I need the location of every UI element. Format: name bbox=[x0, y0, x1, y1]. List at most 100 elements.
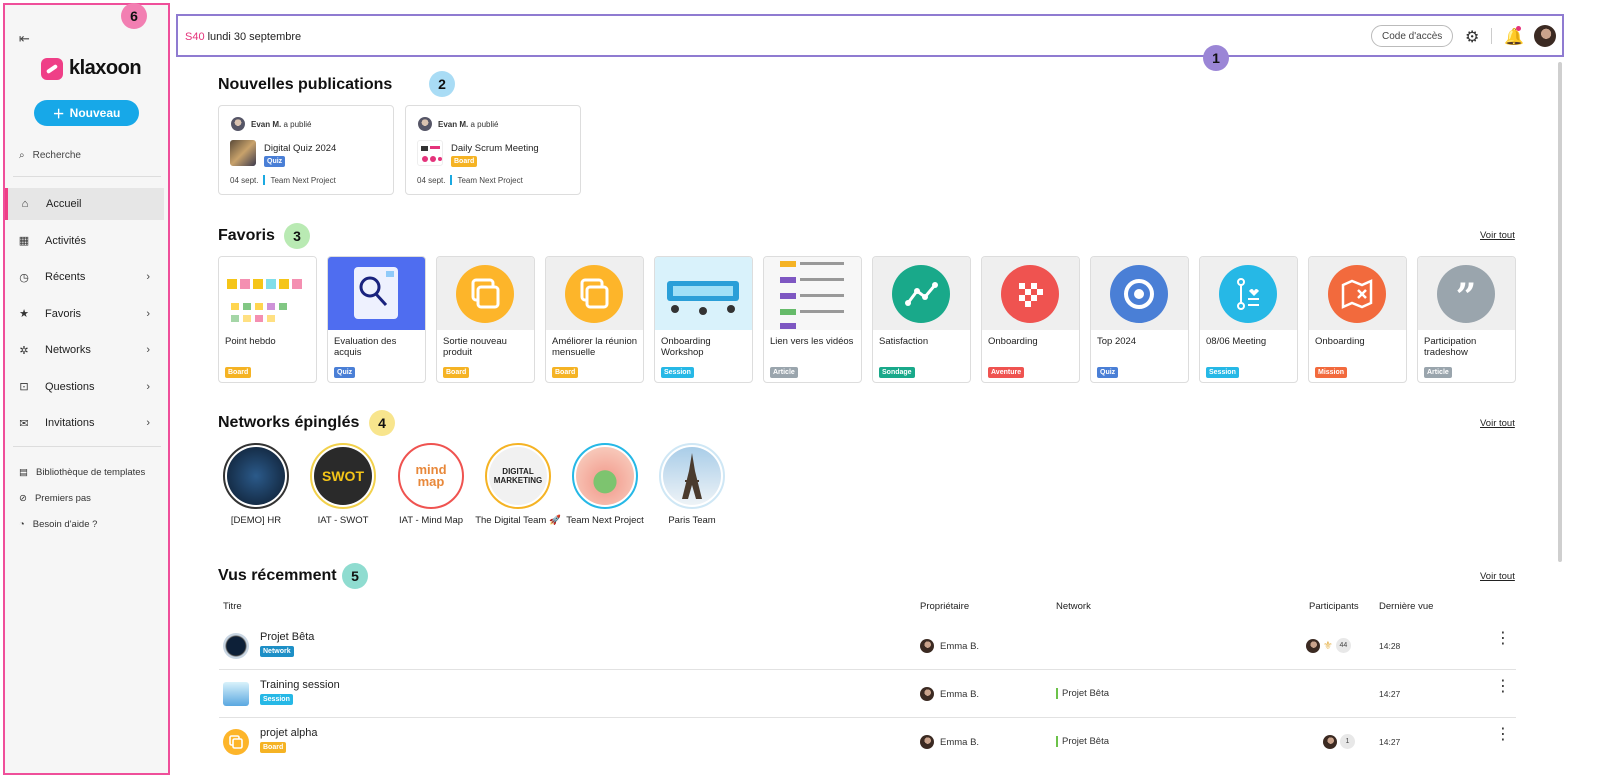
publication-meta: 04 sept. Team Next Project bbox=[417, 175, 523, 185]
favorite-card[interactable]: Sortie nouveau produit Board bbox=[436, 256, 535, 383]
network-item[interactable]: mind map IAT - Mind Map bbox=[386, 443, 476, 527]
more-options-icon[interactable]: ⋮ bbox=[1495, 679, 1511, 695]
more-options-icon[interactable]: ⋮ bbox=[1495, 631, 1511, 647]
sidebar-item-favoris[interactable]: ★ Favoris › bbox=[5, 298, 168, 330]
quiz-icon bbox=[1110, 265, 1168, 323]
favorite-title: Sortie nouveau produit bbox=[443, 336, 507, 358]
network-name: IAT - SWOT bbox=[317, 515, 369, 526]
template-library-link[interactable]: ▤ Bibliothèque de templates bbox=[19, 466, 145, 478]
publication-card[interactable]: Evan M. a publié Digital Quiz 2024 Quiz … bbox=[218, 105, 394, 195]
favorite-title: Onboarding Workshop bbox=[661, 336, 711, 358]
favorite-card[interactable]: Satisfaction Sondage bbox=[872, 256, 971, 383]
welcome-illustration bbox=[667, 281, 739, 315]
networks-see-all-link[interactable]: Voir tout bbox=[1480, 418, 1515, 429]
publication-meta: 04 sept. Team Next Project bbox=[230, 175, 336, 185]
getting-started-link[interactable]: ⊘ Premiers pas bbox=[19, 492, 145, 504]
favorite-card[interactable]: 08/06 Meeting Session bbox=[1199, 256, 1298, 383]
sidebar-item-activites[interactable]: ▦ Activités bbox=[5, 225, 168, 257]
plus-icon: ＋ bbox=[52, 106, 65, 121]
network-item[interactable]: DIGITAL MARKETING The Digital Team 🚀 bbox=[473, 443, 563, 527]
favorite-card[interactable]: Onboarding Mission bbox=[1308, 256, 1407, 383]
participants: ⚜ 44 bbox=[1306, 638, 1351, 653]
type-badge: Session bbox=[260, 694, 293, 705]
template-icon: ▤ bbox=[19, 466, 28, 478]
compass-icon: ⊘ bbox=[19, 492, 27, 504]
survey-icon bbox=[892, 265, 950, 323]
sidebar-item-accueil[interactable]: ⌂ Accueil bbox=[5, 188, 164, 220]
network-name: [DEMO] HR bbox=[230, 515, 282, 526]
chevron-right-icon: › bbox=[146, 344, 150, 356]
type-badge: Mission bbox=[1315, 367, 1348, 378]
sidebar-item-invitations[interactable]: ✉ Invitations › bbox=[5, 407, 168, 439]
favorite-card[interactable]: Améliorer la réunion mensuelle Board bbox=[545, 256, 644, 383]
column-header-owner[interactable]: Propriétaire bbox=[920, 601, 969, 612]
network-icon bbox=[223, 633, 249, 659]
network-avatar: SWOT bbox=[310, 443, 376, 509]
search-icon: ⌕ bbox=[19, 150, 25, 161]
type-badge: Quiz bbox=[334, 367, 356, 378]
more-options-icon[interactable]: ⋮ bbox=[1495, 727, 1511, 743]
participants: 1 bbox=[1323, 734, 1355, 749]
last-seen-time: 14:27 bbox=[1379, 689, 1401, 699]
sidebar-item-label: Récents bbox=[45, 271, 86, 283]
publications-title: Nouvelles publications bbox=[218, 76, 393, 93]
collapse-sidebar-icon[interactable]: ⇤ bbox=[19, 31, 30, 47]
divider bbox=[13, 176, 161, 177]
row-owner: Emma B. bbox=[920, 687, 979, 701]
settings-gear-icon[interactable]: ⚙ bbox=[1465, 27, 1479, 47]
column-header-network[interactable]: Network bbox=[1056, 601, 1091, 612]
favorite-title: Top 2024 bbox=[1097, 336, 1137, 347]
avatar bbox=[231, 117, 245, 131]
network-item[interactable]: [DEMO] HR bbox=[211, 443, 301, 527]
klaxoon-logo-icon bbox=[41, 57, 63, 80]
type-badge: Network bbox=[260, 646, 294, 657]
bell-icon[interactable]: 🔔 bbox=[1504, 27, 1524, 47]
vertical-scrollbar[interactable] bbox=[1558, 62, 1562, 562]
help-link[interactable]: ◔ Besoin d'aide ? bbox=[19, 518, 145, 530]
row-title: Projet Bêta bbox=[260, 631, 315, 643]
favorite-thumbnail: ” bbox=[1418, 257, 1515, 330]
sidebar-item-recents[interactable]: ◷ Récents › bbox=[5, 261, 168, 293]
search-link[interactable]: ⌕ Recherche bbox=[19, 150, 81, 161]
sidebar-item-questions[interactable]: ⊡ Questions › bbox=[5, 371, 168, 403]
publication-author: Evan M. a publié bbox=[418, 117, 499, 131]
favorite-thumbnail bbox=[1200, 257, 1297, 330]
brand-logo[interactable]: klaxoon bbox=[41, 57, 142, 80]
session-icon bbox=[1219, 265, 1277, 323]
user-avatar[interactable] bbox=[1534, 25, 1556, 47]
favorite-thumbnail bbox=[655, 257, 752, 330]
favorite-card[interactable]: ” Participation tradeshow Article bbox=[1417, 256, 1516, 383]
favorite-card[interactable]: Onboarding Aventure bbox=[981, 256, 1080, 383]
favorite-card[interactable]: Lien vers les vidéos Article bbox=[763, 256, 862, 383]
board-icon bbox=[565, 265, 623, 323]
favorite-card[interactable]: Onboarding Workshop Session bbox=[654, 256, 753, 383]
favorite-title: Onboarding bbox=[1315, 336, 1365, 347]
table-row[interactable]: Training session Session Emma B. Projet … bbox=[219, 670, 1516, 718]
recent-see-all-link[interactable]: Voir tout bbox=[1480, 571, 1515, 582]
network-item[interactable]: Paris Team bbox=[647, 443, 737, 527]
network-item[interactable]: SWOT IAT - SWOT bbox=[298, 443, 388, 527]
favorite-card[interactable]: Point hebdo Board bbox=[218, 256, 317, 383]
sidebar: ⇤ klaxoon ＋ Nouveau ⌕ Recherche ⌂ Accuei… bbox=[3, 3, 170, 775]
favorite-card[interactable]: Top 2024 Quiz bbox=[1090, 256, 1189, 383]
publication-thumbnail bbox=[230, 140, 256, 166]
network-item[interactable]: Team Next Project bbox=[560, 443, 650, 527]
column-header-last-seen[interactable]: Dernière vue bbox=[1379, 601, 1433, 612]
new-button[interactable]: ＋ Nouveau bbox=[34, 100, 139, 126]
access-code-button[interactable]: Code d'accès bbox=[1371, 25, 1454, 47]
marker-1: 1 bbox=[1203, 45, 1229, 71]
marker-3: 3 bbox=[284, 223, 310, 249]
favorites-list: Point hebdo Board Evaluation des acquis … bbox=[218, 256, 1516, 383]
favorite-card[interactable]: Evaluation des acquis Quiz bbox=[327, 256, 426, 383]
table-row[interactable]: Projet Bêta Network Emma B. ⚜ 44 14:28 ⋮ bbox=[219, 622, 1516, 670]
table-row[interactable]: projet alpha Board Emma B. Projet Bêta 1… bbox=[219, 718, 1516, 766]
sidebar-item-networks[interactable]: ✲ Networks › bbox=[5, 334, 168, 366]
favorites-see-all-link[interactable]: Voir tout bbox=[1480, 230, 1515, 241]
top-bar: S40 lundi 30 septembre Code d'accès ⚙ 🔔 bbox=[176, 14, 1564, 57]
avatar bbox=[1323, 734, 1337, 749]
column-header-participants[interactable]: Participants bbox=[1309, 601, 1359, 612]
network-avatar bbox=[223, 443, 289, 509]
video-links-illustration bbox=[780, 261, 844, 329]
publication-card[interactable]: Evan M. a publié Daily Scrum Meeting Boa… bbox=[405, 105, 581, 195]
column-header-title[interactable]: Titre bbox=[223, 601, 242, 612]
